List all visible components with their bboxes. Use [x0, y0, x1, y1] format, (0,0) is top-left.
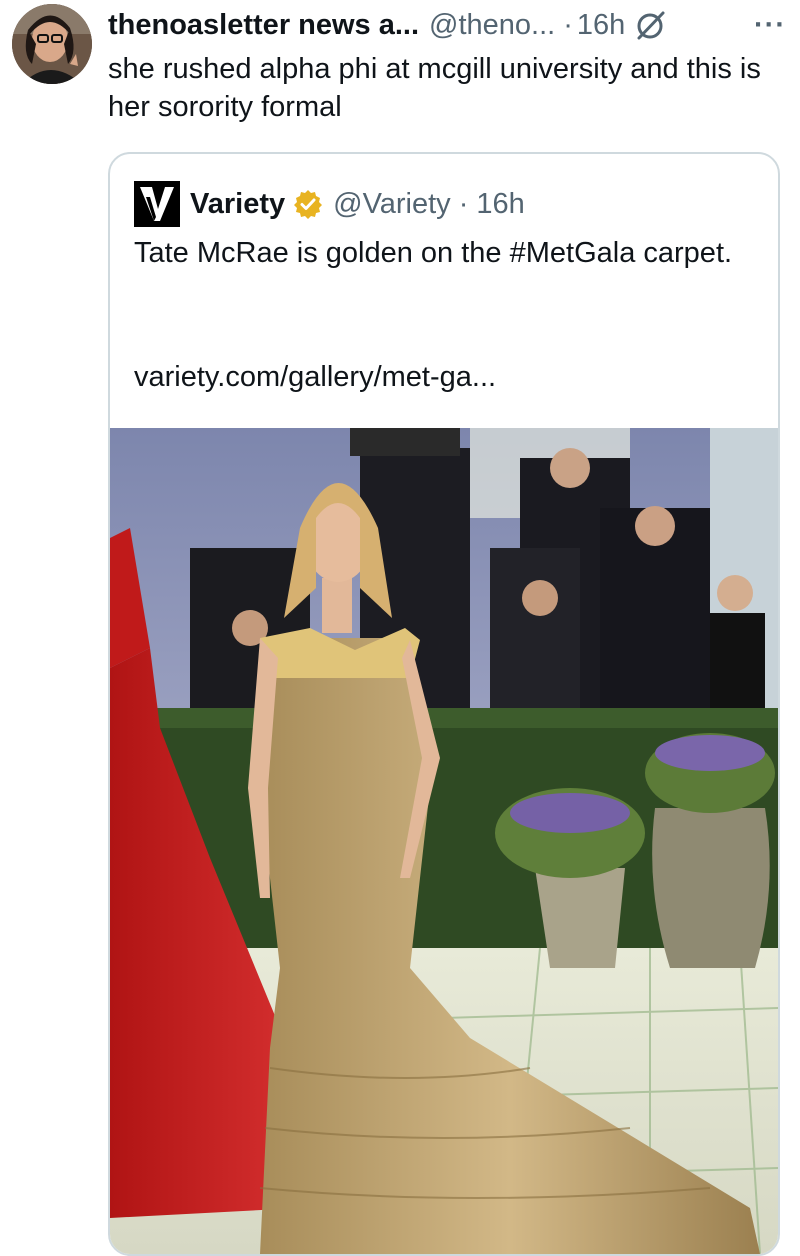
avatar-photo-icon	[12, 4, 92, 84]
quoted-link[interactable]: variety.com/gallery/met-ga...	[134, 358, 496, 396]
avatar[interactable]	[12, 4, 92, 84]
quoted-text: Tate McRae is golden on the #MetGala car…	[134, 237, 733, 269]
timestamp[interactable]: 16h	[577, 9, 625, 42]
tweet-text: she rushed alpha phi at mcgill universit…	[108, 53, 761, 123]
gold-verified-badge-icon	[293, 189, 323, 219]
tweet-header: thenoasletter news a... @theno... · 16h …	[108, 6, 786, 44]
separator: ·	[563, 8, 573, 41]
quoted-tweet[interactable]: Variety @Variety · 16h Tate McRae is gol…	[108, 152, 780, 1256]
display-name[interactable]: thenoasletter news a...	[108, 9, 419, 42]
variety-logo-icon[interactable]	[134, 181, 180, 227]
quoted-timestamp[interactable]: 16h	[476, 188, 524, 221]
quoted-display-name[interactable]: Variety	[190, 188, 285, 221]
quoted-handle[interactable]: @Variety	[333, 188, 451, 221]
grok-icon[interactable]	[635, 9, 667, 41]
quoted-separator: ·	[458, 187, 469, 220]
quoted-header: Variety @Variety · 16h	[134, 180, 525, 228]
more-options-icon[interactable]: ···	[754, 9, 786, 42]
quoted-photo[interactable]	[110, 428, 778, 1254]
handle[interactable]: @theno...	[429, 9, 555, 42]
